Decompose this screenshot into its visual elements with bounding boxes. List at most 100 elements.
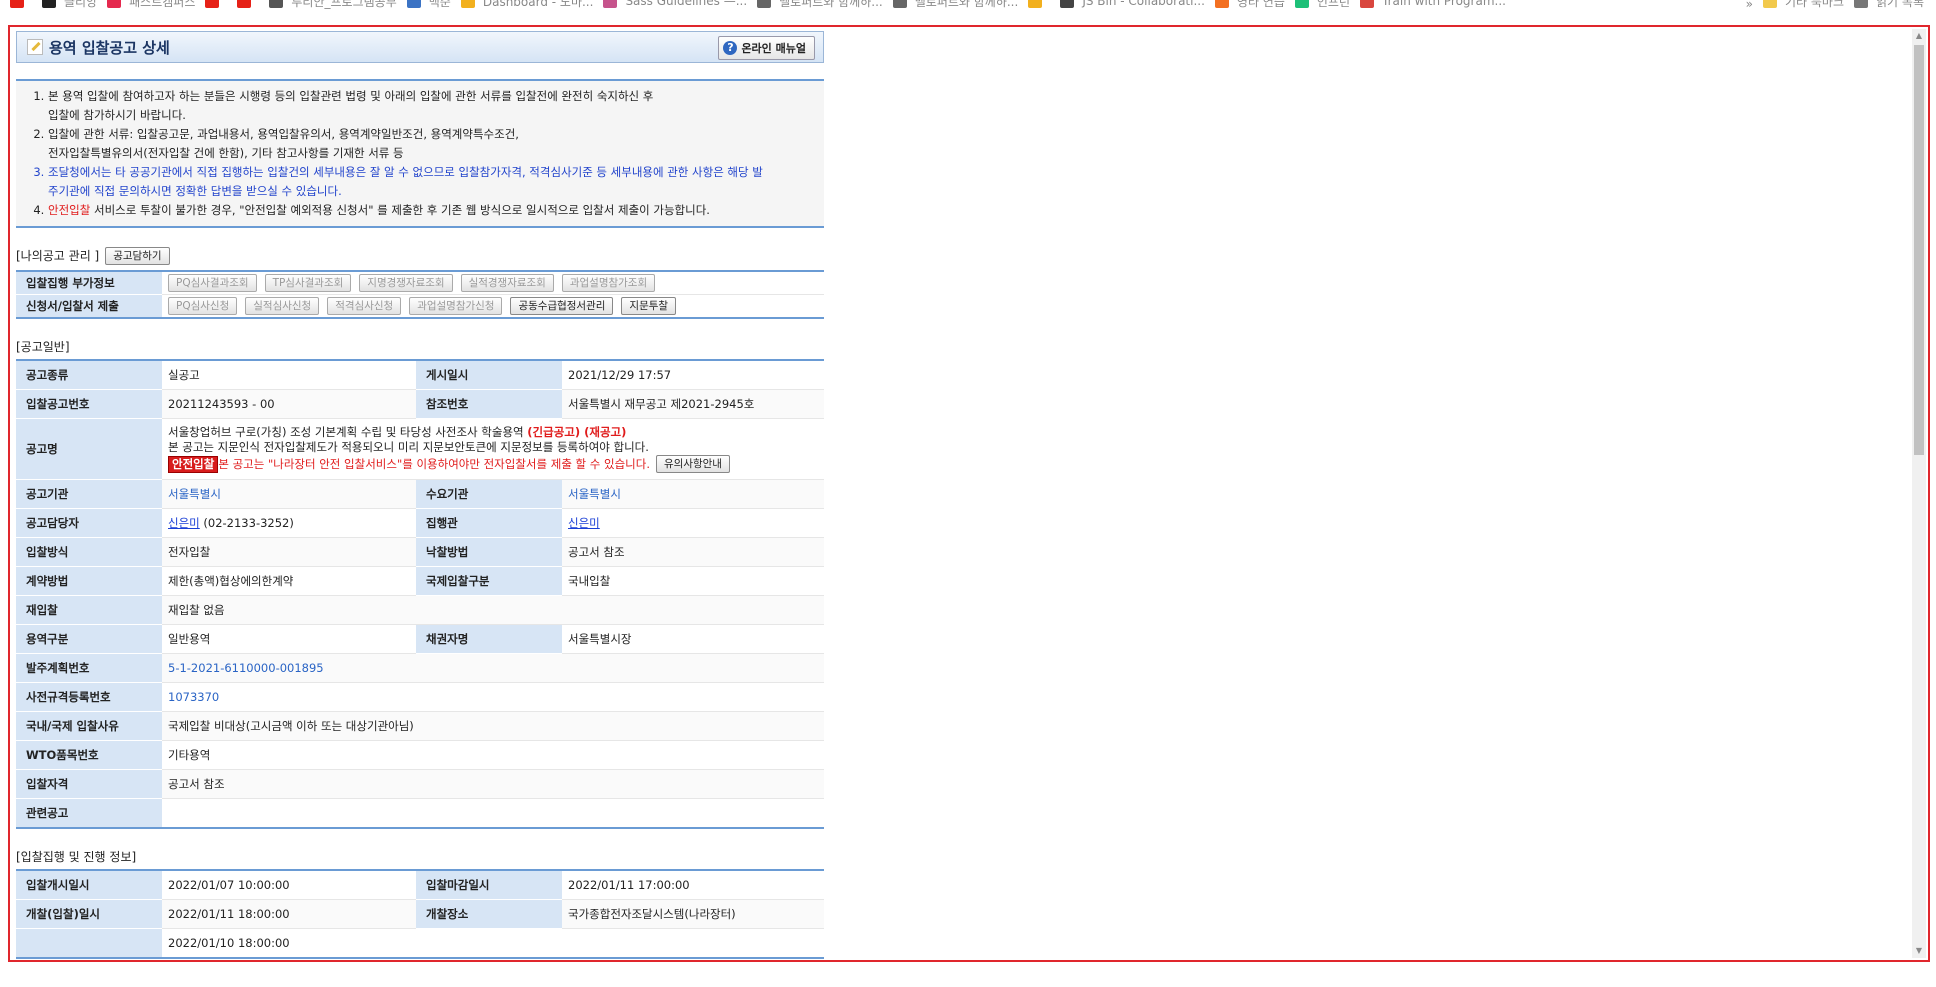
- field-label: 입찰마감일시: [416, 870, 562, 900]
- vertical-scrollbar[interactable]: ▲ ▼: [1912, 29, 1926, 958]
- bookmark-item[interactable]: [1028, 0, 1050, 8]
- field-value: 서울특별시 재무공고 제2021-2945호: [562, 389, 824, 419]
- bookmark-item[interactable]: Dashboard - 노마...: [460, 0, 594, 9]
- notice-agency-link[interactable]: 서울특별시: [168, 487, 221, 501]
- field-value: 재입찰 없음: [162, 595, 824, 625]
- bookmark-item[interactable]: 벨로퍼트와 함께하...: [757, 0, 883, 9]
- field-label: 국내/국제 입찰사유: [16, 711, 162, 741]
- action-button[interactable]: 과업설명참가조회: [561, 274, 656, 292]
- reading-list-button[interactable]: 읽기 목록: [1854, 0, 1924, 9]
- action-button[interactable]: 지명경쟁자료조회: [359, 274, 453, 292]
- field-label: [16, 928, 162, 959]
- branch-icon: [269, 0, 284, 8]
- bookmark-item[interactable]: 투리안_프로그램공부: [269, 0, 397, 9]
- action-button[interactable]: TP심사결과조회: [264, 274, 352, 292]
- page-title: 용역 입찰공고 상세: [49, 38, 170, 57]
- bookmark-label: 인프런: [1316, 0, 1351, 9]
- memo-icon: [27, 39, 43, 55]
- action-button[interactable]: PQ심사결과조회: [168, 274, 257, 292]
- field-label: 계약방법: [16, 566, 162, 596]
- bookmarks-bar: 클리앙 패스트캠퍼스 투리안_프로그램공부 백준 Dashboard - 노마... Sa…: [0, 0, 1936, 14]
- notice-item-4: 안전입찰 서비스로 투찰이 불가한 경우, "안전입찰 예외적용 신청서" 를 …: [48, 201, 816, 220]
- bookmark-item[interactable]: [205, 0, 227, 8]
- bookmark-label: 벨로퍼트와 함께하...: [779, 0, 883, 9]
- fire-icon: [1214, 0, 1229, 8]
- pre-spec-link[interactable]: 1073370: [168, 690, 219, 704]
- action-button[interactable]: 지문투찰: [621, 297, 677, 315]
- scroll-thumb[interactable]: [1914, 45, 1924, 455]
- demand-agency-link[interactable]: 서울특별시: [568, 487, 621, 501]
- bookmark-item[interactable]: Sass Guidelines —...: [603, 0, 747, 8]
- extra-info-buttons: PQ심사결과조회 TP심사결과조회 지명경쟁자료조회 실적경쟁자료조회 과업설명참가조회: [168, 274, 818, 292]
- field-value: 공고서 참조: [162, 769, 824, 799]
- bookmark-item[interactable]: 패스트캠퍼스: [107, 0, 195, 9]
- bookmark-item[interactable]: [237, 0, 259, 8]
- field-label: 참조번호: [416, 389, 562, 419]
- field-value: 국내입찰: [562, 566, 824, 596]
- youtube-icon: [10, 0, 24, 8]
- field-value: 2021/12/29 17:57: [562, 360, 824, 390]
- notice-item-1: 본 용역 입찰에 참여하고자 하는 분들은 시행령 등의 입찰관련 법령 및 아…: [48, 87, 816, 125]
- bid-detail-content: 용역 입찰공고 상세 ? 온라인 매뉴얼 본 용역 입찰에 참여하고자 하는 분…: [16, 29, 824, 959]
- field-label: 채권자명: [416, 624, 562, 654]
- notice-name: 서울창업허브 구로(가칭) 조성 기본계획 수립 및 타당성 사전조사 학술용역…: [168, 425, 627, 439]
- field-value: 20211243593 - 00: [162, 389, 416, 419]
- triangle-icon: [1028, 0, 1043, 8]
- field-label: 공고종류: [16, 360, 162, 390]
- safe-bid-text: 본 공고는 "나라장터 안전 입찰서비스"를 이용하여야만 전자입찰서를 제출 …: [218, 456, 650, 471]
- field-label: 입찰자격: [16, 769, 162, 799]
- train-icon: [1360, 0, 1375, 8]
- field-label: 집행관: [416, 508, 562, 538]
- save-notice-button[interactable]: 공고담하기: [105, 247, 170, 265]
- action-button[interactable]: 과업설명참가신청: [409, 297, 503, 315]
- bookmark-item[interactable]: JS Bin - Collaborati...: [1060, 0, 1205, 8]
- general-info-table: 공고종류 실공고 게시일시 2021/12/29 17:57 입찰공고번호 20211…: [16, 359, 824, 829]
- folder-icon: [1763, 0, 1777, 8]
- safe-bid-line: 안전입찰 본 공고는 "나라장터 안전 입찰서비스"를 이용하여야만 전자입찰서…: [168, 455, 818, 473]
- order-plan-link[interactable]: 5-1-2021-6110000-001895: [168, 661, 324, 675]
- field-label: 입찰개시일시: [16, 870, 162, 900]
- action-button[interactable]: PQ심사신청: [168, 297, 238, 315]
- field-label: 개찰장소: [416, 899, 562, 929]
- help-icon: ?: [723, 41, 738, 55]
- notice-manager-link[interactable]: 신은미: [168, 516, 200, 530]
- field-label: WTO품목번호: [16, 740, 162, 770]
- progress-section-title: [입찰집행 및 진행 정보]: [16, 850, 137, 864]
- field-value: 전자입찰: [162, 537, 416, 567]
- row-label: 신청서/입찰서 제출: [16, 294, 162, 319]
- book-icon: [892, 0, 907, 8]
- bookmark-label: 벨로퍼트와 함께하...: [914, 0, 1019, 9]
- online-manual-button[interactable]: ? 온라인 매뉴얼: [718, 36, 815, 60]
- bookmark-item[interactable]: 백준: [406, 0, 451, 9]
- bookmark-item[interactable]: [10, 0, 32, 8]
- field-value: 일반용역: [162, 624, 416, 654]
- action-button[interactable]: 공동수급협정서관리: [510, 297, 614, 315]
- bookmark-label: Dashboard - 노마...: [482, 0, 594, 9]
- field-label: 공고담당자: [16, 508, 162, 538]
- bookmark-item[interactable]: 벨로퍼트와 함께하...: [892, 0, 1019, 9]
- notice-item-3: 조달청에서는 타 공공기관에서 직접 집행하는 입찰건의 세부내용은 잘 알 수…: [48, 163, 816, 201]
- action-button[interactable]: 실적경쟁자료조회: [460, 274, 554, 292]
- field-value: 2022/01/07 10:00:00: [162, 870, 416, 900]
- scroll-down-arrow-icon[interactable]: ▼: [1912, 944, 1926, 958]
- bookmark-label: 백준: [428, 0, 451, 9]
- other-bookmarks-folder[interactable]: 기타 북마크: [1763, 0, 1844, 9]
- field-label: 공고기관: [16, 479, 162, 509]
- executor-link[interactable]: 신은미: [568, 516, 600, 530]
- more-bookmarks-button[interactable]: »: [1746, 0, 1753, 11]
- triangle-icon: [460, 0, 475, 8]
- action-button[interactable]: 적격심사신청: [327, 297, 402, 315]
- bookmark-item[interactable]: 클리앙: [42, 0, 97, 9]
- bookmark-item[interactable]: Train with Program...: [1360, 0, 1506, 8]
- bookmark-item[interactable]: 인프런: [1294, 0, 1351, 9]
- field-value: 2022/01/11 17:00:00: [562, 870, 824, 900]
- code-icon: [406, 0, 421, 8]
- field-label: 수요기관: [416, 479, 562, 509]
- action-button[interactable]: 실적심사신청: [245, 297, 320, 315]
- bookmark-item[interactable]: 영타 연습: [1214, 0, 1285, 9]
- youtube-icon: [205, 0, 220, 8]
- field-value: 국제입찰 비대상(고시금액 이하 또는 대상기관아님): [162, 711, 824, 741]
- field-value: 2022/01/10 18:00:00: [162, 928, 824, 959]
- caution-guide-button[interactable]: 유의사항안내: [656, 455, 730, 473]
- scroll-up-arrow-icon[interactable]: ▲: [1912, 29, 1926, 43]
